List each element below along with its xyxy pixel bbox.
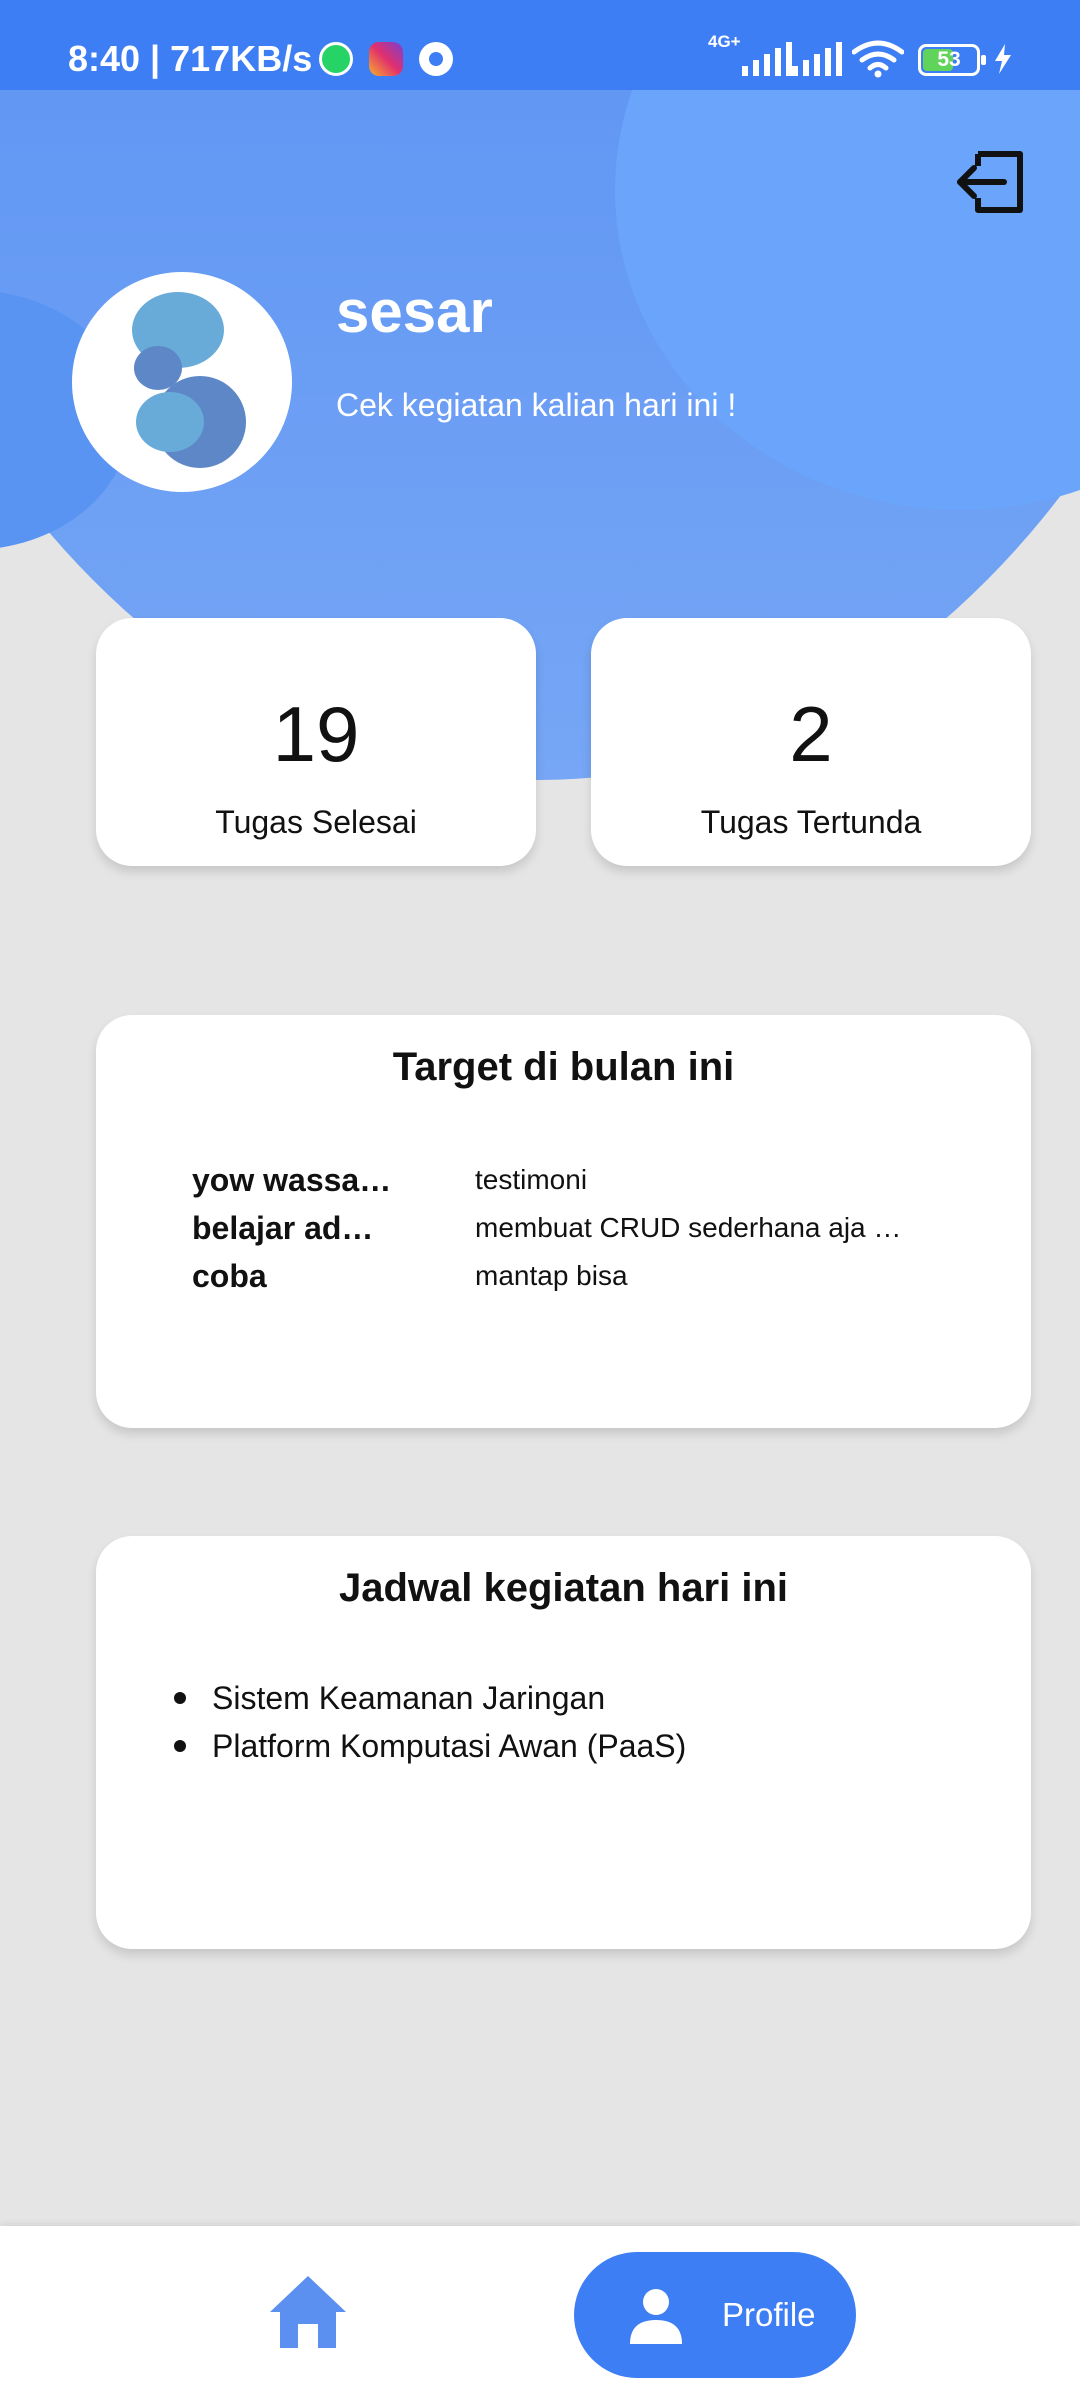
done-label: Tugas Selesai xyxy=(215,804,417,840)
stat-card-pending: 2 Tugas Tertunda xyxy=(591,618,1031,866)
person-icon xyxy=(630,2289,682,2344)
nav-profile-button[interactable]: Profile xyxy=(574,2252,856,2378)
charging-bolt-icon xyxy=(995,44,1011,74)
status-bar: 8:40 | 717KB/s 4G+ 53 xyxy=(0,0,1080,90)
schedule-item-text: Sistem Keamanan Jaringan xyxy=(212,1680,606,1716)
done-count: 19 xyxy=(272,690,360,778)
greeting-text: Cek kegiatan kalian hari ini ! xyxy=(336,387,737,423)
pending-label: Tugas Tertunda xyxy=(700,804,922,840)
user-name: sesar xyxy=(336,278,493,345)
target-row[interactable]: belajar adonis membuat CRUD sederhana aj… xyxy=(192,1205,992,1251)
schedule-item-text: Platform Komputasi Awan (PaaS) xyxy=(212,1728,687,1764)
target-title: Target di bulan ini xyxy=(392,1045,735,1089)
avatar xyxy=(72,272,292,492)
target-row[interactable]: coba mantap bisa xyxy=(192,1253,992,1299)
schedule-title: Jadwal kegiatan hari ini xyxy=(338,1566,789,1610)
signal-strength-secondary-icon xyxy=(792,42,842,76)
schedule-item[interactable]: Sistem Keamanan Jaringan xyxy=(174,1674,974,1722)
target-name: coba xyxy=(192,1258,267,1294)
settings-icon xyxy=(419,42,453,76)
app-logo-icon xyxy=(132,292,246,468)
whatsapp-icon xyxy=(319,42,353,76)
target-desc: testimoni xyxy=(475,1164,588,1195)
status-time-speed: 8:40 | 717KB/s xyxy=(68,38,313,79)
instagram-icon xyxy=(369,42,403,76)
battery-level: 53 xyxy=(937,48,961,71)
home-icon[interactable] xyxy=(264,2268,352,2356)
schedule-item[interactable]: Platform Komputasi Awan (PaaS) xyxy=(174,1722,974,1770)
stat-card-done: 19 Tugas Selesai xyxy=(96,618,536,866)
bullet-icon xyxy=(174,1740,186,1752)
target-desc: mantap bisa xyxy=(475,1260,628,1291)
schedule-card: Jadwal kegiatan hari ini Sistem Keamanan… xyxy=(96,1536,1031,1949)
target-row[interactable]: yow wassalam testimoni xyxy=(192,1157,992,1203)
target-name: belajar adonis xyxy=(192,1210,392,1246)
battery-icon: 53 xyxy=(918,44,986,76)
bottom-navigation: Profile xyxy=(0,2226,1080,2400)
target-name: yow wassalam xyxy=(192,1162,392,1198)
wifi-icon xyxy=(852,40,904,78)
target-card: Target di bulan ini yow wassalam testimo… xyxy=(96,1015,1031,1428)
target-desc: membuat CRUD sederhana aja gan xyxy=(475,1212,905,1243)
bullet-icon xyxy=(174,1692,186,1704)
signal-strength-icon xyxy=(742,42,792,76)
logout-button[interactable] xyxy=(952,148,1028,216)
network-type: 4G+ xyxy=(708,32,741,51)
pending-count: 2 xyxy=(789,690,833,778)
nav-profile-label: Profile xyxy=(722,2296,816,2333)
